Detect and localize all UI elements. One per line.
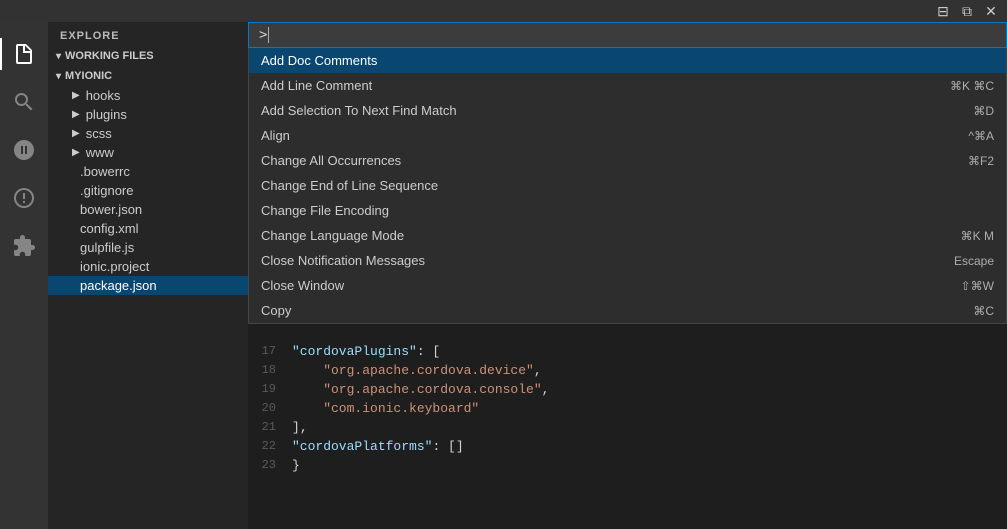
sidebar-item-label: scss xyxy=(86,126,112,141)
command-item-close-notification-messages[interactable]: Close Notification Messages Escape xyxy=(249,248,1006,273)
working-files-header[interactable]: ▾ WORKING FILES xyxy=(48,46,248,66)
command-item-label: Change File Encoding xyxy=(261,203,994,218)
folder-arrow: ▶ xyxy=(72,109,80,120)
command-item-add-selection-to-next-find-match[interactable]: Add Selection To Next Find Match ⌘D xyxy=(249,98,1006,123)
command-item-add-doc-comments[interactable]: Add Doc Comments xyxy=(249,48,1006,73)
sidebar-item-plugins[interactable]: ▶ plugins xyxy=(48,105,248,124)
command-item-label: Copy xyxy=(261,303,953,318)
sidebar-item--gitignore[interactable]: .gitignore xyxy=(48,181,248,200)
command-item-label: Change End of Line Sequence xyxy=(261,178,994,193)
command-dropdown: Add Doc CommentsAdd Line Comment⌘K ⌘CAdd… xyxy=(248,48,1007,324)
command-item-change-file-encoding[interactable]: Change File Encoding xyxy=(249,198,1006,223)
command-item-shortcut: ⌘C xyxy=(973,304,994,318)
files-activity-icon[interactable] xyxy=(0,30,48,78)
working-files-arrow: ▾ xyxy=(56,51,61,62)
sidebar-item-label: www xyxy=(86,145,114,160)
sidebar-header: EXPLORE xyxy=(48,22,248,46)
sidebar-item-gulpfile-js[interactable]: gulpfile.js xyxy=(48,238,248,257)
main-layout: EXPLORE ▾ WORKING FILES ▾ MYIONIC ▶ hooks… xyxy=(0,22,1007,529)
sidebar-item-scss[interactable]: ▶ scss xyxy=(48,124,248,143)
command-item-shortcut: Escape xyxy=(954,254,994,268)
sidebar-item-label: plugins xyxy=(86,107,127,122)
sidebar-item-label: config.xml xyxy=(80,221,139,236)
command-item-label: Add Selection To Next Find Match xyxy=(261,103,953,118)
sidebar-item-www[interactable]: ▶ www xyxy=(48,143,248,162)
command-item-label: Change All Occurrences xyxy=(261,153,948,168)
sidebar: EXPLORE ▾ WORKING FILES ▾ MYIONIC ▶ hooks… xyxy=(48,22,248,529)
sidebar-item-label: ionic.project xyxy=(80,259,149,274)
command-item-align[interactable]: Align ^⌘A xyxy=(249,123,1006,148)
command-overlay: > Add Doc CommentsAdd Line Comment⌘K ⌘CA… xyxy=(248,22,1007,529)
sidebar-item-package-json[interactable]: package.json xyxy=(48,276,248,295)
working-files-label: WORKING FILES xyxy=(65,50,154,62)
command-item-label: Change Language Mode xyxy=(261,228,941,243)
editor-area: > Add Doc CommentsAdd Line Comment⌘K ⌘CA… xyxy=(248,22,1007,529)
sidebar-item--bowerrc[interactable]: .bowerrc xyxy=(48,162,248,181)
command-input-bar[interactable]: > xyxy=(248,22,1007,48)
sidebar-item-label: hooks xyxy=(86,88,121,103)
close-icon[interactable]: ✕ xyxy=(983,3,999,19)
command-item-label: Add Line Comment xyxy=(261,78,930,93)
folder-arrow: ▶ xyxy=(72,90,80,101)
command-items-list: Add Doc CommentsAdd Line Comment⌘K ⌘CAdd… xyxy=(249,48,1006,323)
command-item-shortcut: ⇧⌘W xyxy=(961,279,994,293)
sidebar-file-list: ▶ hooks ▶ plugins ▶ scss ▶ www .bowerrc .gitignor… xyxy=(48,86,248,295)
sidebar-item-bower-json[interactable]: bower.json xyxy=(48,200,248,219)
debug-activity-icon[interactable] xyxy=(0,174,48,222)
command-item-shortcut: ⌘K M xyxy=(961,229,994,243)
sidebar-item-label: .gitignore xyxy=(80,183,133,198)
command-item-close-window[interactable]: Close Window ⇧⌘W xyxy=(249,273,1006,298)
activity-bar xyxy=(0,22,48,529)
layout-icon[interactable]: ⊟ xyxy=(935,3,951,19)
sidebar-item-config-xml[interactable]: config.xml xyxy=(48,219,248,238)
title-bar: ⊟ ⧉ ✕ xyxy=(0,0,1007,22)
extensions-activity-icon[interactable] xyxy=(0,222,48,270)
myionic-label: MYIONIC xyxy=(65,70,112,82)
search-activity-icon[interactable] xyxy=(0,78,48,126)
command-item-shortcut: ^⌘A xyxy=(968,129,994,143)
sidebar-item-label: package.json xyxy=(80,278,157,293)
command-item-label: Add Doc Comments xyxy=(261,53,994,68)
sidebar-item-label: .bowerrc xyxy=(80,164,130,179)
command-item-label: Close Notification Messages xyxy=(261,253,934,268)
sidebar-item-label: bower.json xyxy=(80,202,142,217)
git-activity-icon[interactable] xyxy=(0,126,48,174)
split-icon[interactable]: ⧉ xyxy=(959,3,975,19)
command-item-shortcut: ⌘K ⌘C xyxy=(950,79,994,93)
command-item-shortcut: ⌘D xyxy=(973,104,994,118)
myionic-header[interactable]: ▾ MYIONIC xyxy=(48,66,248,86)
command-item-add-line-comment[interactable]: Add Line Comment ⌘K ⌘C xyxy=(249,73,1006,98)
command-input-text: > xyxy=(259,27,996,43)
command-item-label: Align xyxy=(261,128,948,143)
command-item-change-all-occurrences[interactable]: Change All Occurrences ⌘F2 xyxy=(249,148,1006,173)
folder-arrow: ▶ xyxy=(72,147,80,158)
command-item-shortcut: ⌘F2 xyxy=(968,154,994,168)
sidebar-item-label: gulpfile.js xyxy=(80,240,134,255)
command-item-change-language-mode[interactable]: Change Language Mode ⌘K M xyxy=(249,223,1006,248)
sidebar-item-hooks[interactable]: ▶ hooks xyxy=(48,86,248,105)
command-item-change-end-of-line-sequence[interactable]: Change End of Line Sequence xyxy=(249,173,1006,198)
command-item-label: Close Window xyxy=(261,278,941,293)
command-item-copy[interactable]: Copy ⌘C xyxy=(249,298,1006,323)
sidebar-item-ionic-project[interactable]: ionic.project xyxy=(48,257,248,276)
myionic-arrow: ▾ xyxy=(56,71,61,82)
folder-arrow: ▶ xyxy=(72,128,80,139)
